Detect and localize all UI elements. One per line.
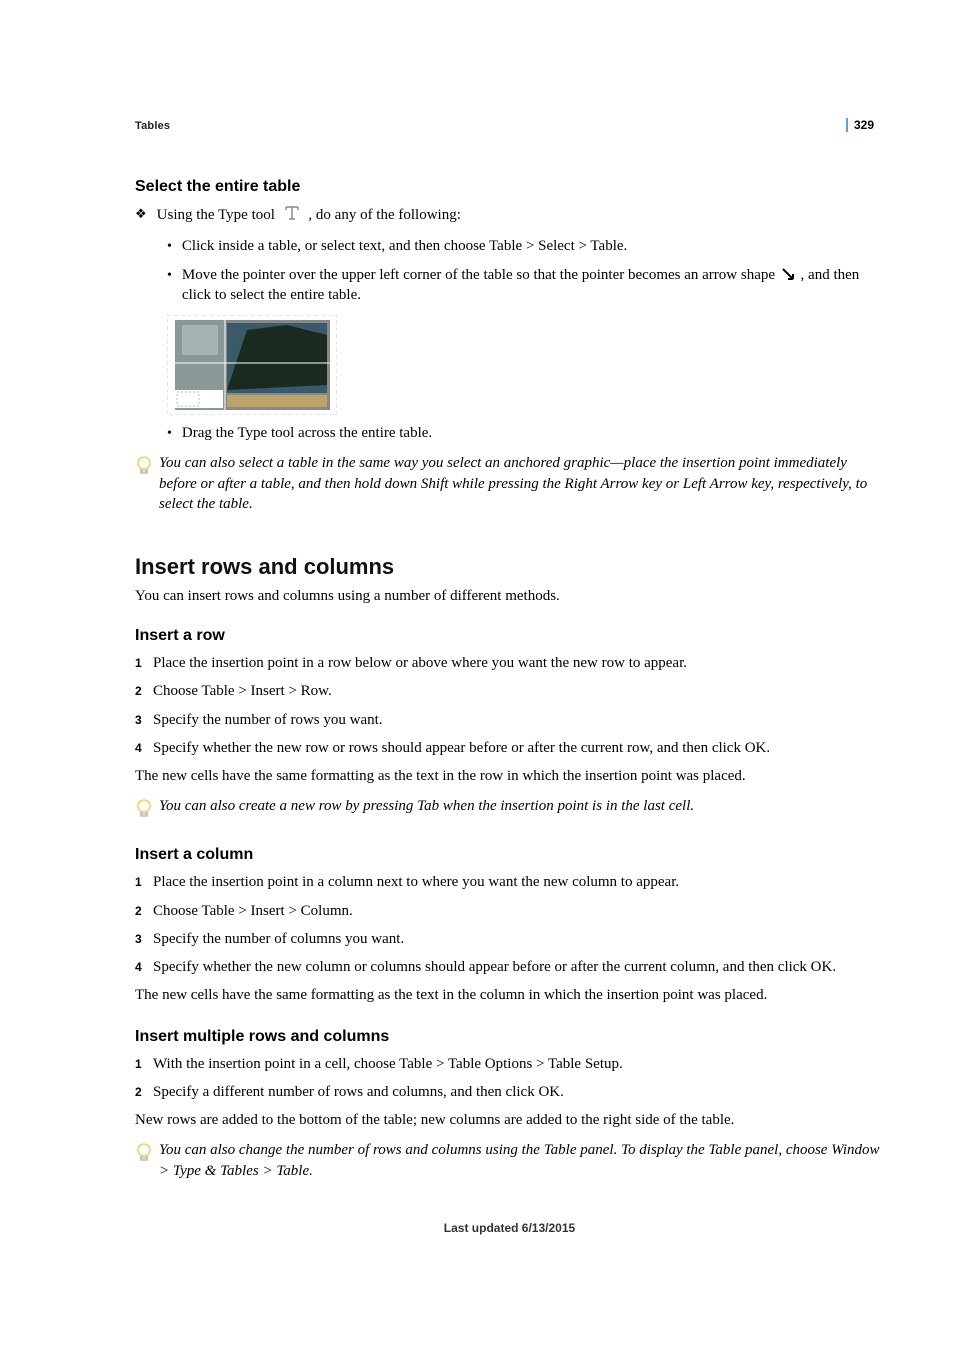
list-item-text: Choose Table > Insert > Row. [153,681,884,701]
lightbulb-icon [135,455,153,477]
heading-insert-rows-columns: Insert rows and columns [135,554,884,580]
list-item-text: Click inside a table, or select text, an… [182,236,884,256]
list-number: 4 [135,960,153,974]
list-item: 1 Place the insertion point in a row bel… [135,653,884,673]
tip-block: You can also create a new row by pressin… [135,796,884,820]
numbered-list: 1 With the insertion point in a cell, ch… [135,1054,884,1103]
list-number: 3 [135,713,153,727]
paragraph: The new cells have the same formatting a… [135,985,884,1005]
section-lead: You can insert rows and columns using a … [135,588,884,605]
lightbulb-icon [135,798,153,820]
diagonal-arrow-icon [781,267,795,281]
list-number: 2 [135,684,153,698]
type-tool-icon [283,204,301,228]
list-number: 2 [135,1085,153,1099]
paragraph: The new cells have the same formatting a… [135,766,884,786]
bullet-dot-icon: • [167,269,172,283]
page-content: Tables Select the entire table ❖ Using t… [0,0,954,1295]
list-number: 1 [135,1057,153,1071]
list-item-text: Choose Table > Insert > Column. [153,901,884,921]
list-item: 2 Choose Table > Insert > Row. [135,681,884,701]
numbered-list: 1 Place the insertion point in a column … [135,872,884,977]
list-item-text: Place the insertion point in a row below… [153,653,884,673]
list-item: 3 Specify the number of rows you want. [135,710,884,730]
tip-block: You can also change the number of rows a… [135,1140,884,1181]
numbered-list: 1 Place the insertion point in a row bel… [135,653,884,758]
list-item-text: Specify a different number of rows and c… [153,1082,884,1102]
heading-insert-row: Insert a row [135,627,884,645]
tip-text: You can also change the number of rows a… [159,1140,884,1181]
section-category-label: Tables [135,120,884,132]
list-item-text: Specify the number of rows you want. [153,710,884,730]
step-text-suffix: , do any of the following: [308,207,460,223]
list-number: 1 [135,656,153,670]
sub-bullet-list: • Click inside a table, or select text, … [167,236,884,305]
list-item: 2 Choose Table > Insert > Column. [135,901,884,921]
list-item: 4 Specify whether the new column or colu… [135,957,884,977]
list-item-text: Specify whether the new row or rows shou… [153,738,884,758]
bullet-dot-icon: • [167,240,172,254]
list-number: 2 [135,904,153,918]
list-item: 2 Specify a different number of rows and… [135,1082,884,1102]
page-number: 329 [846,118,874,132]
diamond-bullet-icon: ❖ [135,206,147,222]
list-number: 3 [135,932,153,946]
sub-bullet-list-2: • Drag the Type tool across the entire t… [167,423,884,443]
list-number: 4 [135,741,153,755]
list-item: 3 Specify the number of columns you want… [135,929,884,949]
bullet-dot-icon: • [167,427,172,441]
tip-text: You can also select a table in the same … [159,453,884,514]
list-item-text: Move the pointer over the upper left cor… [182,265,884,306]
list-item-text: Drag the Type tool across the entire tab… [182,423,884,443]
heading-insert-column: Insert a column [135,846,884,864]
list-item-text: Specify whether the new column or column… [153,957,884,977]
step-text-prefix: Using the Type tool [157,207,275,223]
list-item: • Drag the Type tool across the entire t… [167,423,884,443]
step-text: Using the Type tool , do any of the foll… [157,204,884,228]
tip-text: You can also create a new row by pressin… [159,796,884,816]
list-item-text: Place the insertion point in a column ne… [153,872,884,892]
paragraph: New rows are added to the bottom of the … [135,1110,884,1130]
list-item: • Move the pointer over the upper left c… [167,265,884,306]
list-item-text: Specify the number of columns you want. [153,929,884,949]
list-item-text: With the insertion point in a cell, choo… [153,1054,884,1074]
heading-select-entire-table: Select the entire table [135,178,884,196]
heading-insert-multiple: Insert multiple rows and columns [135,1028,884,1046]
list-item: 4 Specify whether the new row or rows sh… [135,738,884,758]
list-item: 1 With the insertion point in a cell, ch… [135,1054,884,1074]
list-item-text-a: Move the pointer over the upper left cor… [182,267,775,283]
lightbulb-icon [135,1142,153,1164]
list-item: 1 Place the insertion point in a column … [135,872,884,892]
list-number: 1 [135,875,153,889]
page-footer: Last updated 6/13/2015 [135,1221,884,1235]
tip-block: You can also select a table in the same … [135,453,884,514]
step-diamond: ❖ Using the Type tool , do any of the fo… [135,204,884,228]
list-item: • Click inside a table, or select text, … [167,236,884,256]
table-selection-figure [167,315,337,415]
